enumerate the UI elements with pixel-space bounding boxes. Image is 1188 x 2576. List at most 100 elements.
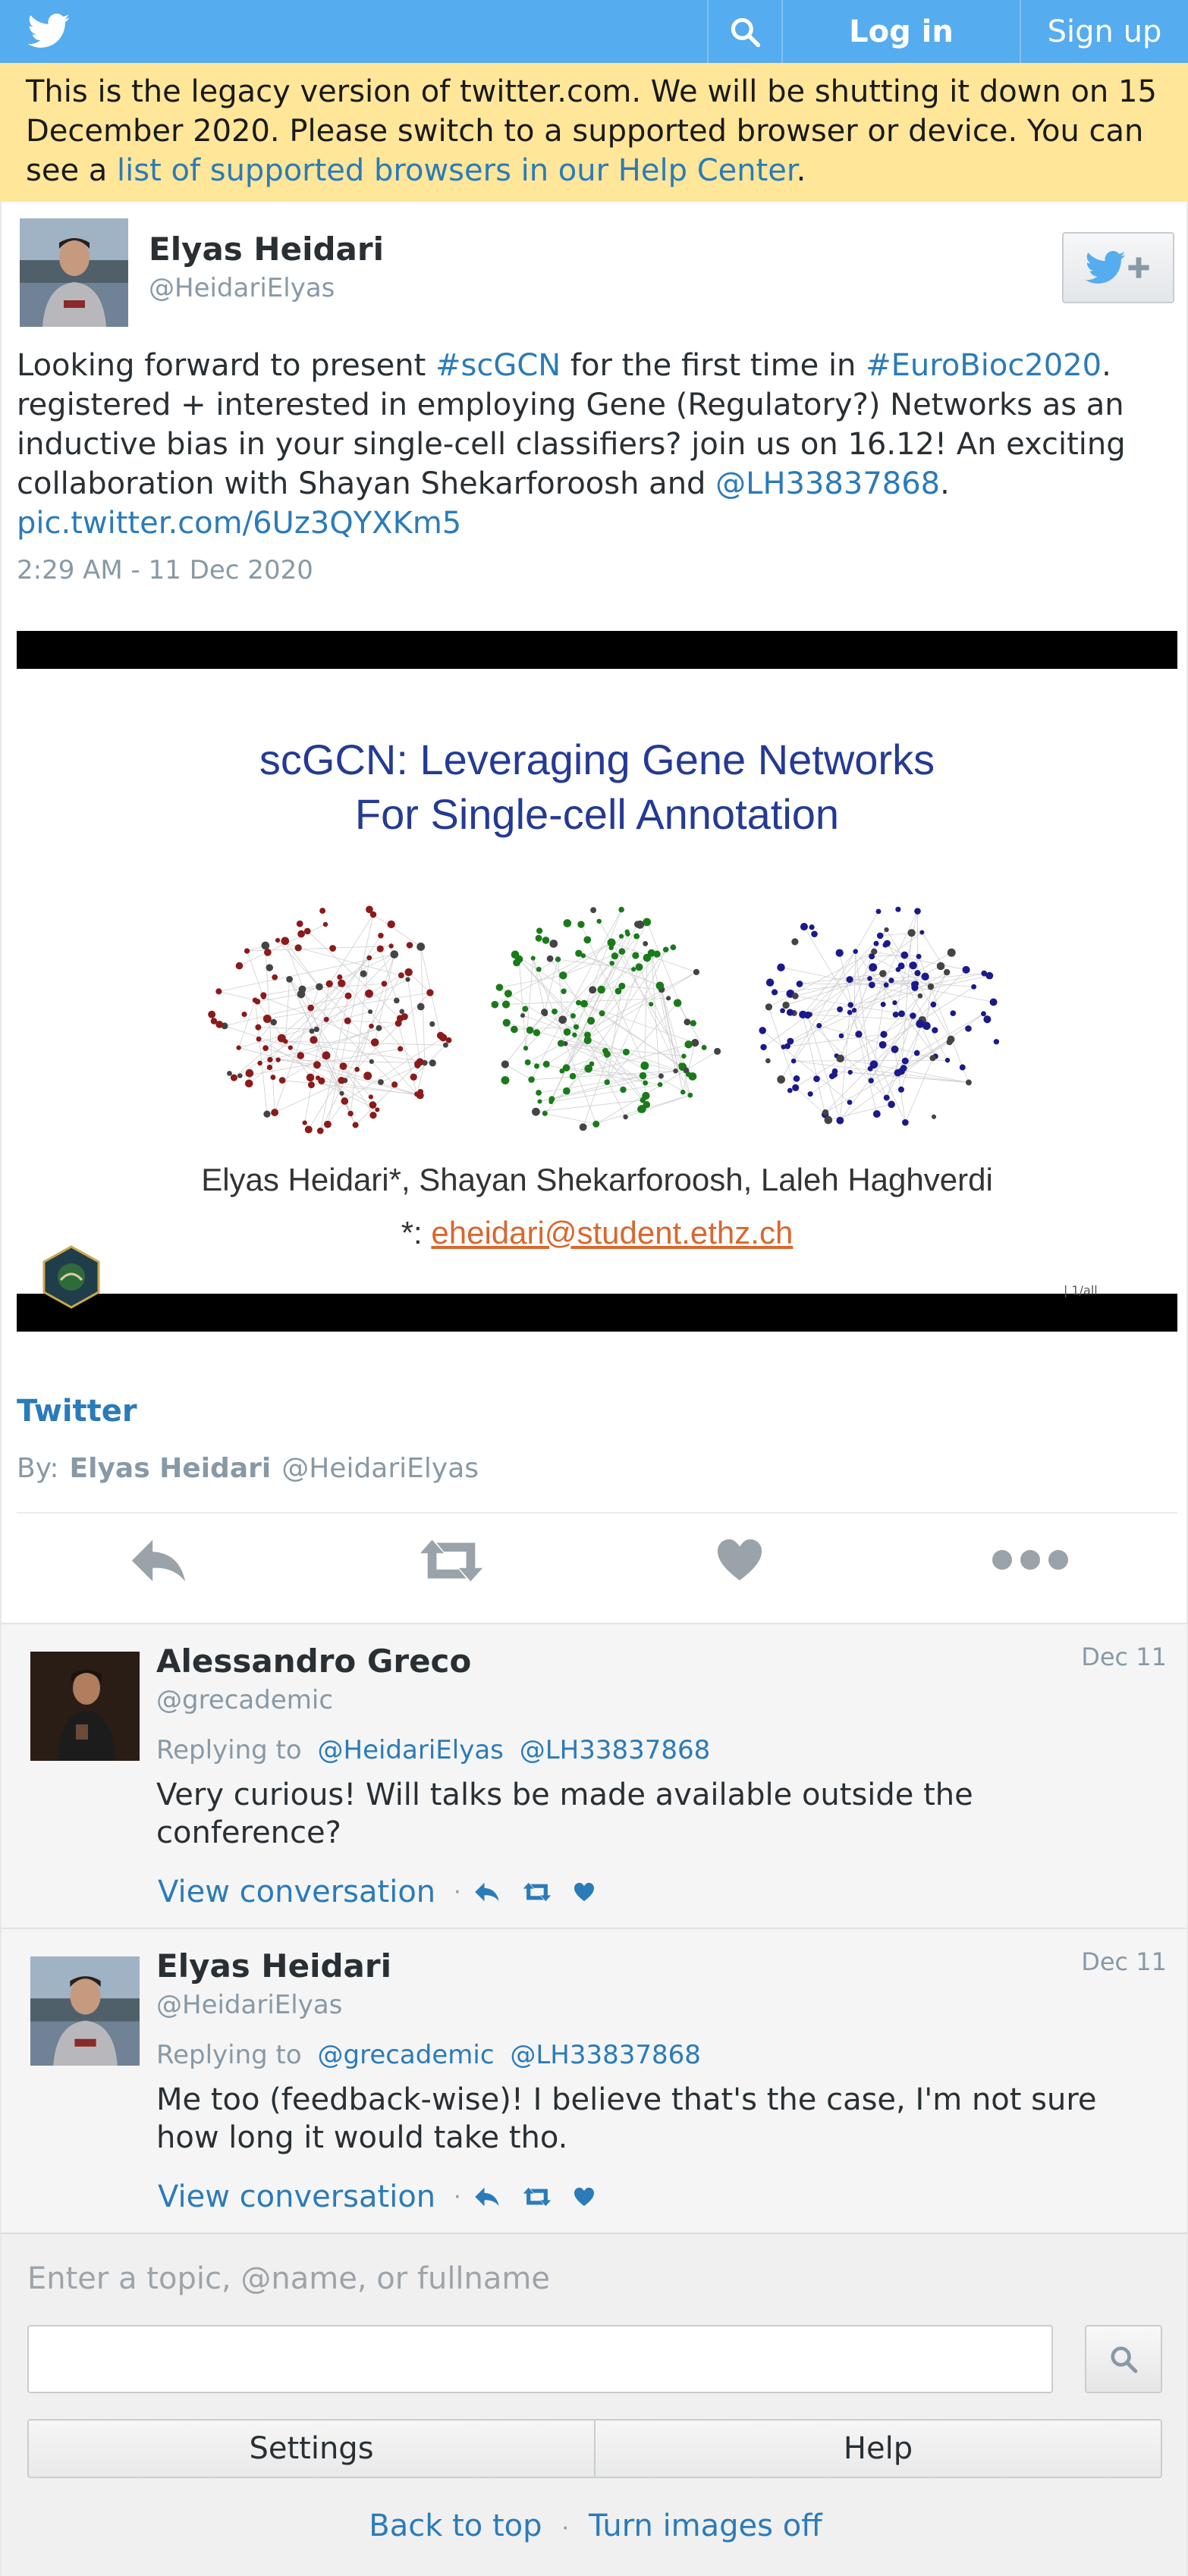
more-icon[interactable] bbox=[991, 1548, 1070, 1571]
network-node bbox=[872, 1110, 881, 1118]
tweet-media[interactable]: scGCN: Leveraging Gene Networks For Sing… bbox=[17, 631, 1177, 1332]
network-node bbox=[398, 972, 404, 979]
search-button[interactable] bbox=[707, 0, 781, 63]
back-to-top-link[interactable]: Back to top bbox=[369, 2509, 542, 2543]
network-node bbox=[640, 1061, 649, 1070]
hashtag-eurobioc-link[interactable]: #EuroBioc2020 bbox=[866, 348, 1102, 383]
network-node bbox=[622, 1048, 630, 1056]
network-node bbox=[310, 1036, 318, 1044]
network-node bbox=[369, 1101, 377, 1109]
tweet-timestamp[interactable]: 2:29 AM - 11 Dec 2020 bbox=[17, 555, 313, 585]
network-node bbox=[323, 1016, 329, 1022]
reply-author-name[interactable]: Alessandro Greco bbox=[156, 1643, 471, 1680]
separator: · bbox=[454, 2183, 461, 2210]
retweet-icon[interactable] bbox=[417, 1536, 486, 1585]
network-node bbox=[780, 1008, 785, 1014]
hashtag-scgcn-link[interactable]: #scGCN bbox=[435, 348, 561, 383]
reply-icon[interactable] bbox=[473, 2186, 501, 2207]
network-node bbox=[288, 1045, 293, 1050]
like-icon[interactable] bbox=[574, 2187, 595, 2207]
reply-date[interactable]: Dec 11 bbox=[1081, 1947, 1167, 1976]
card-title-link[interactable]: Twitter bbox=[17, 1394, 137, 1429]
network-node bbox=[445, 1037, 452, 1043]
network-node bbox=[369, 1023, 374, 1029]
reply-author-name[interactable]: Elyas Heidari bbox=[156, 1947, 391, 1985]
network-node bbox=[501, 1060, 509, 1068]
reply-author-username[interactable]: @grecademic bbox=[156, 1685, 333, 1715]
view-conversation-link[interactable]: View conversation bbox=[158, 2179, 435, 2214]
avatar[interactable] bbox=[30, 1652, 140, 1761]
network-node bbox=[643, 1100, 651, 1109]
network-node bbox=[884, 927, 889, 933]
card-by-name[interactable]: Elyas Heidari bbox=[70, 1453, 272, 1484]
tweet-author-name[interactable]: Elyas Heidari bbox=[149, 231, 384, 268]
network-node bbox=[368, 1094, 373, 1100]
avatar[interactable] bbox=[20, 218, 128, 327]
top-bar: Log in Sign up bbox=[0, 0, 1188, 63]
network-node bbox=[339, 1090, 344, 1096]
network-node bbox=[227, 1071, 232, 1076]
network-node bbox=[491, 1000, 499, 1009]
network-node bbox=[404, 968, 413, 977]
network-node bbox=[297, 930, 305, 938]
network-node bbox=[633, 921, 641, 928]
network-node bbox=[653, 950, 661, 958]
network-node bbox=[429, 1059, 436, 1067]
login-link[interactable]: Log in bbox=[781, 0, 1020, 63]
separator: · bbox=[561, 2515, 570, 2542]
network-node bbox=[589, 1061, 595, 1067]
network-node bbox=[398, 1046, 404, 1052]
network-node bbox=[931, 1114, 937, 1119]
network-node bbox=[892, 1011, 899, 1018]
network-node bbox=[533, 1029, 541, 1037]
network-node bbox=[847, 1009, 853, 1015]
follow-button[interactable] bbox=[1062, 232, 1174, 303]
card-by-handle[interactable]: @HeidariElyas bbox=[281, 1453, 479, 1484]
replying-to-mention[interactable]: @grecademic bbox=[318, 2040, 495, 2070]
replying-to-mention[interactable]: @LH33837868 bbox=[520, 1735, 711, 1765]
network-node bbox=[264, 949, 272, 956]
network-node bbox=[555, 956, 561, 962]
network-node bbox=[867, 976, 872, 981]
network-node bbox=[888, 977, 894, 984]
help-button[interactable]: Help bbox=[594, 2421, 1161, 2477]
network-node bbox=[537, 1099, 542, 1104]
settings-button[interactable]: Settings bbox=[29, 2421, 594, 2477]
retweet-icon[interactable] bbox=[522, 2186, 552, 2207]
view-conversation-link[interactable]: View conversation bbox=[158, 1875, 435, 1909]
reply-icon[interactable] bbox=[129, 1536, 188, 1585]
like-icon[interactable] bbox=[574, 1882, 595, 1902]
network-node bbox=[604, 1079, 611, 1085]
search-input[interactable] bbox=[27, 2325, 1053, 2393]
pic-link[interactable]: pic.twitter.com/6Uz3QYXKm5 bbox=[17, 506, 461, 541]
top-nav: Log in Sign up bbox=[707, 0, 1188, 63]
network-node bbox=[391, 1081, 398, 1088]
avatar[interactable] bbox=[30, 1956, 140, 2066]
network-node bbox=[809, 924, 815, 930]
tweet-author-username[interactable]: @HeidariElyas bbox=[149, 273, 335, 303]
replying-to-mention[interactable]: @HeidariElyas bbox=[318, 1735, 504, 1765]
network-node bbox=[910, 1012, 916, 1019]
network-node bbox=[245, 1068, 254, 1078]
network-node bbox=[765, 1058, 771, 1064]
network-node bbox=[836, 1116, 844, 1125]
retweet-icon[interactable] bbox=[522, 1881, 552, 1903]
reply-date[interactable]: Dec 11 bbox=[1081, 1643, 1167, 1671]
like-icon[interactable] bbox=[716, 1536, 763, 1583]
network-node bbox=[244, 1079, 253, 1088]
replying-to-mention[interactable]: @LH33837868 bbox=[510, 2040, 701, 2070]
mention-link[interactable]: @LH33837868 bbox=[715, 466, 940, 501]
network-node bbox=[294, 944, 302, 952]
network-node bbox=[354, 1066, 360, 1072]
signup-link[interactable]: Sign up bbox=[1020, 0, 1188, 63]
twitter-bird-icon[interactable] bbox=[27, 14, 70, 49]
search-submit-button[interactable] bbox=[1085, 2325, 1162, 2393]
reply-icon[interactable] bbox=[473, 1881, 501, 1903]
network-node bbox=[322, 921, 328, 927]
gene-network-red bbox=[208, 905, 452, 1134]
reply-author-username[interactable]: @HeidariElyas bbox=[156, 1990, 342, 2020]
turn-images-off-link[interactable]: Turn images off bbox=[589, 2509, 822, 2543]
network-node bbox=[541, 1009, 548, 1016]
supported-browsers-link[interactable]: list of supported browsers in our Help C… bbox=[117, 153, 797, 188]
tweet-text-part: . bbox=[940, 466, 950, 501]
